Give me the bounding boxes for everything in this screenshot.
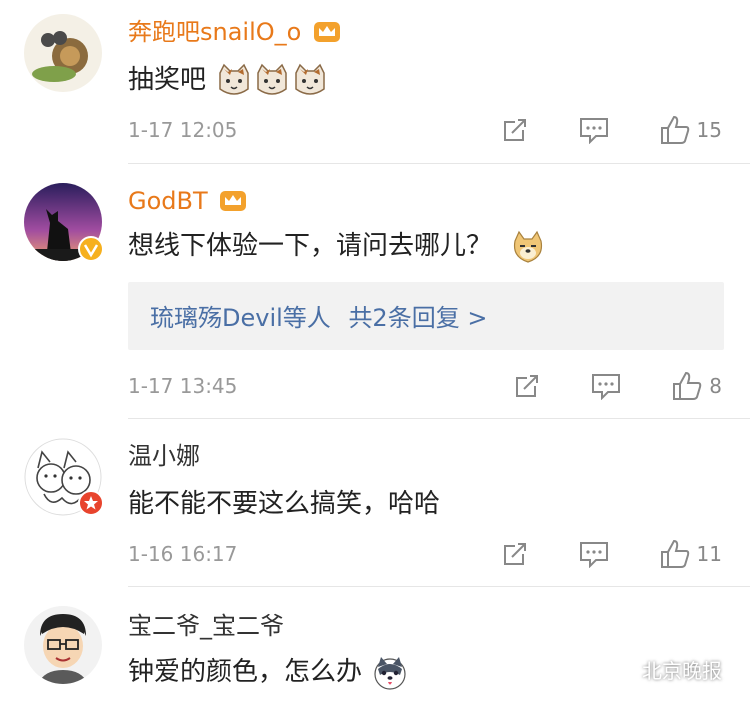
reply-preview[interactable]: 琉璃殇Devil等人 共2条回复 > bbox=[128, 282, 724, 350]
like-button[interactable]: 11 bbox=[659, 538, 722, 570]
thumbs-up-icon bbox=[660, 115, 689, 144]
like-count: 11 bbox=[696, 542, 722, 566]
share-icon[interactable] bbox=[501, 116, 529, 144]
like-count: 8 bbox=[709, 374, 722, 398]
divider bbox=[128, 586, 750, 587]
cat-face-icon bbox=[219, 63, 250, 95]
comment-text: 抽奖吧 bbox=[128, 62, 328, 99]
comment-icon[interactable] bbox=[591, 372, 621, 400]
like-button[interactable]: 15 bbox=[659, 114, 722, 146]
comment-time: 1-17 13:45 bbox=[128, 374, 238, 398]
comment-icon[interactable] bbox=[579, 540, 609, 568]
verified-badge-icon bbox=[78, 236, 104, 262]
comment-time: 1-16 16:17 bbox=[128, 542, 238, 566]
avatar[interactable] bbox=[24, 14, 102, 92]
comment-actions: 11 bbox=[501, 538, 722, 570]
thumbs-up-icon bbox=[673, 371, 702, 400]
comment-text: 能不能不要这么搞笑，哈哈 bbox=[128, 489, 441, 519]
comment-icon[interactable] bbox=[579, 116, 609, 144]
cat-face-icon bbox=[295, 63, 326, 95]
wechat-icon bbox=[606, 657, 635, 680]
comment-time: 1-17 12:05 bbox=[128, 118, 238, 142]
divider bbox=[128, 418, 750, 419]
comment-text: 想线下体验一下，请问去哪儿？ bbox=[128, 228, 546, 265]
like-button[interactable]: 8 bbox=[671, 370, 722, 402]
reply-count-link[interactable]: 共2条回复 > bbox=[348, 304, 487, 332]
divider bbox=[128, 163, 750, 164]
husky-face-icon bbox=[374, 656, 406, 690]
reply-names[interactable]: 琉璃殇Devil等人 bbox=[150, 304, 331, 332]
avatar[interactable] bbox=[24, 606, 102, 684]
comment-actions: 8 bbox=[513, 370, 722, 402]
comment-actions: 15 bbox=[501, 114, 722, 146]
username[interactable]: 奔跑吧snailO_o bbox=[128, 16, 341, 48]
crown-icon bbox=[313, 22, 340, 42]
username[interactable]: 温小娜 bbox=[128, 440, 200, 472]
share-icon[interactable] bbox=[501, 540, 529, 568]
watermark-text: 北京晚报 bbox=[642, 659, 722, 683]
doge-icon bbox=[514, 230, 543, 263]
vip-star-badge-icon bbox=[78, 490, 104, 516]
thumbs-up-icon bbox=[660, 539, 689, 568]
like-count: 15 bbox=[696, 118, 722, 142]
watermark: 北京晚报 bbox=[606, 655, 722, 684]
share-icon[interactable] bbox=[513, 372, 541, 400]
username[interactable]: GodBT bbox=[128, 185, 247, 217]
crown-icon bbox=[220, 191, 247, 211]
comment-text: 钟爱的颜色，怎么办 bbox=[128, 654, 408, 691]
username[interactable]: 宝二爷_宝二爷 bbox=[128, 610, 284, 642]
cat-face-icon bbox=[257, 63, 288, 95]
